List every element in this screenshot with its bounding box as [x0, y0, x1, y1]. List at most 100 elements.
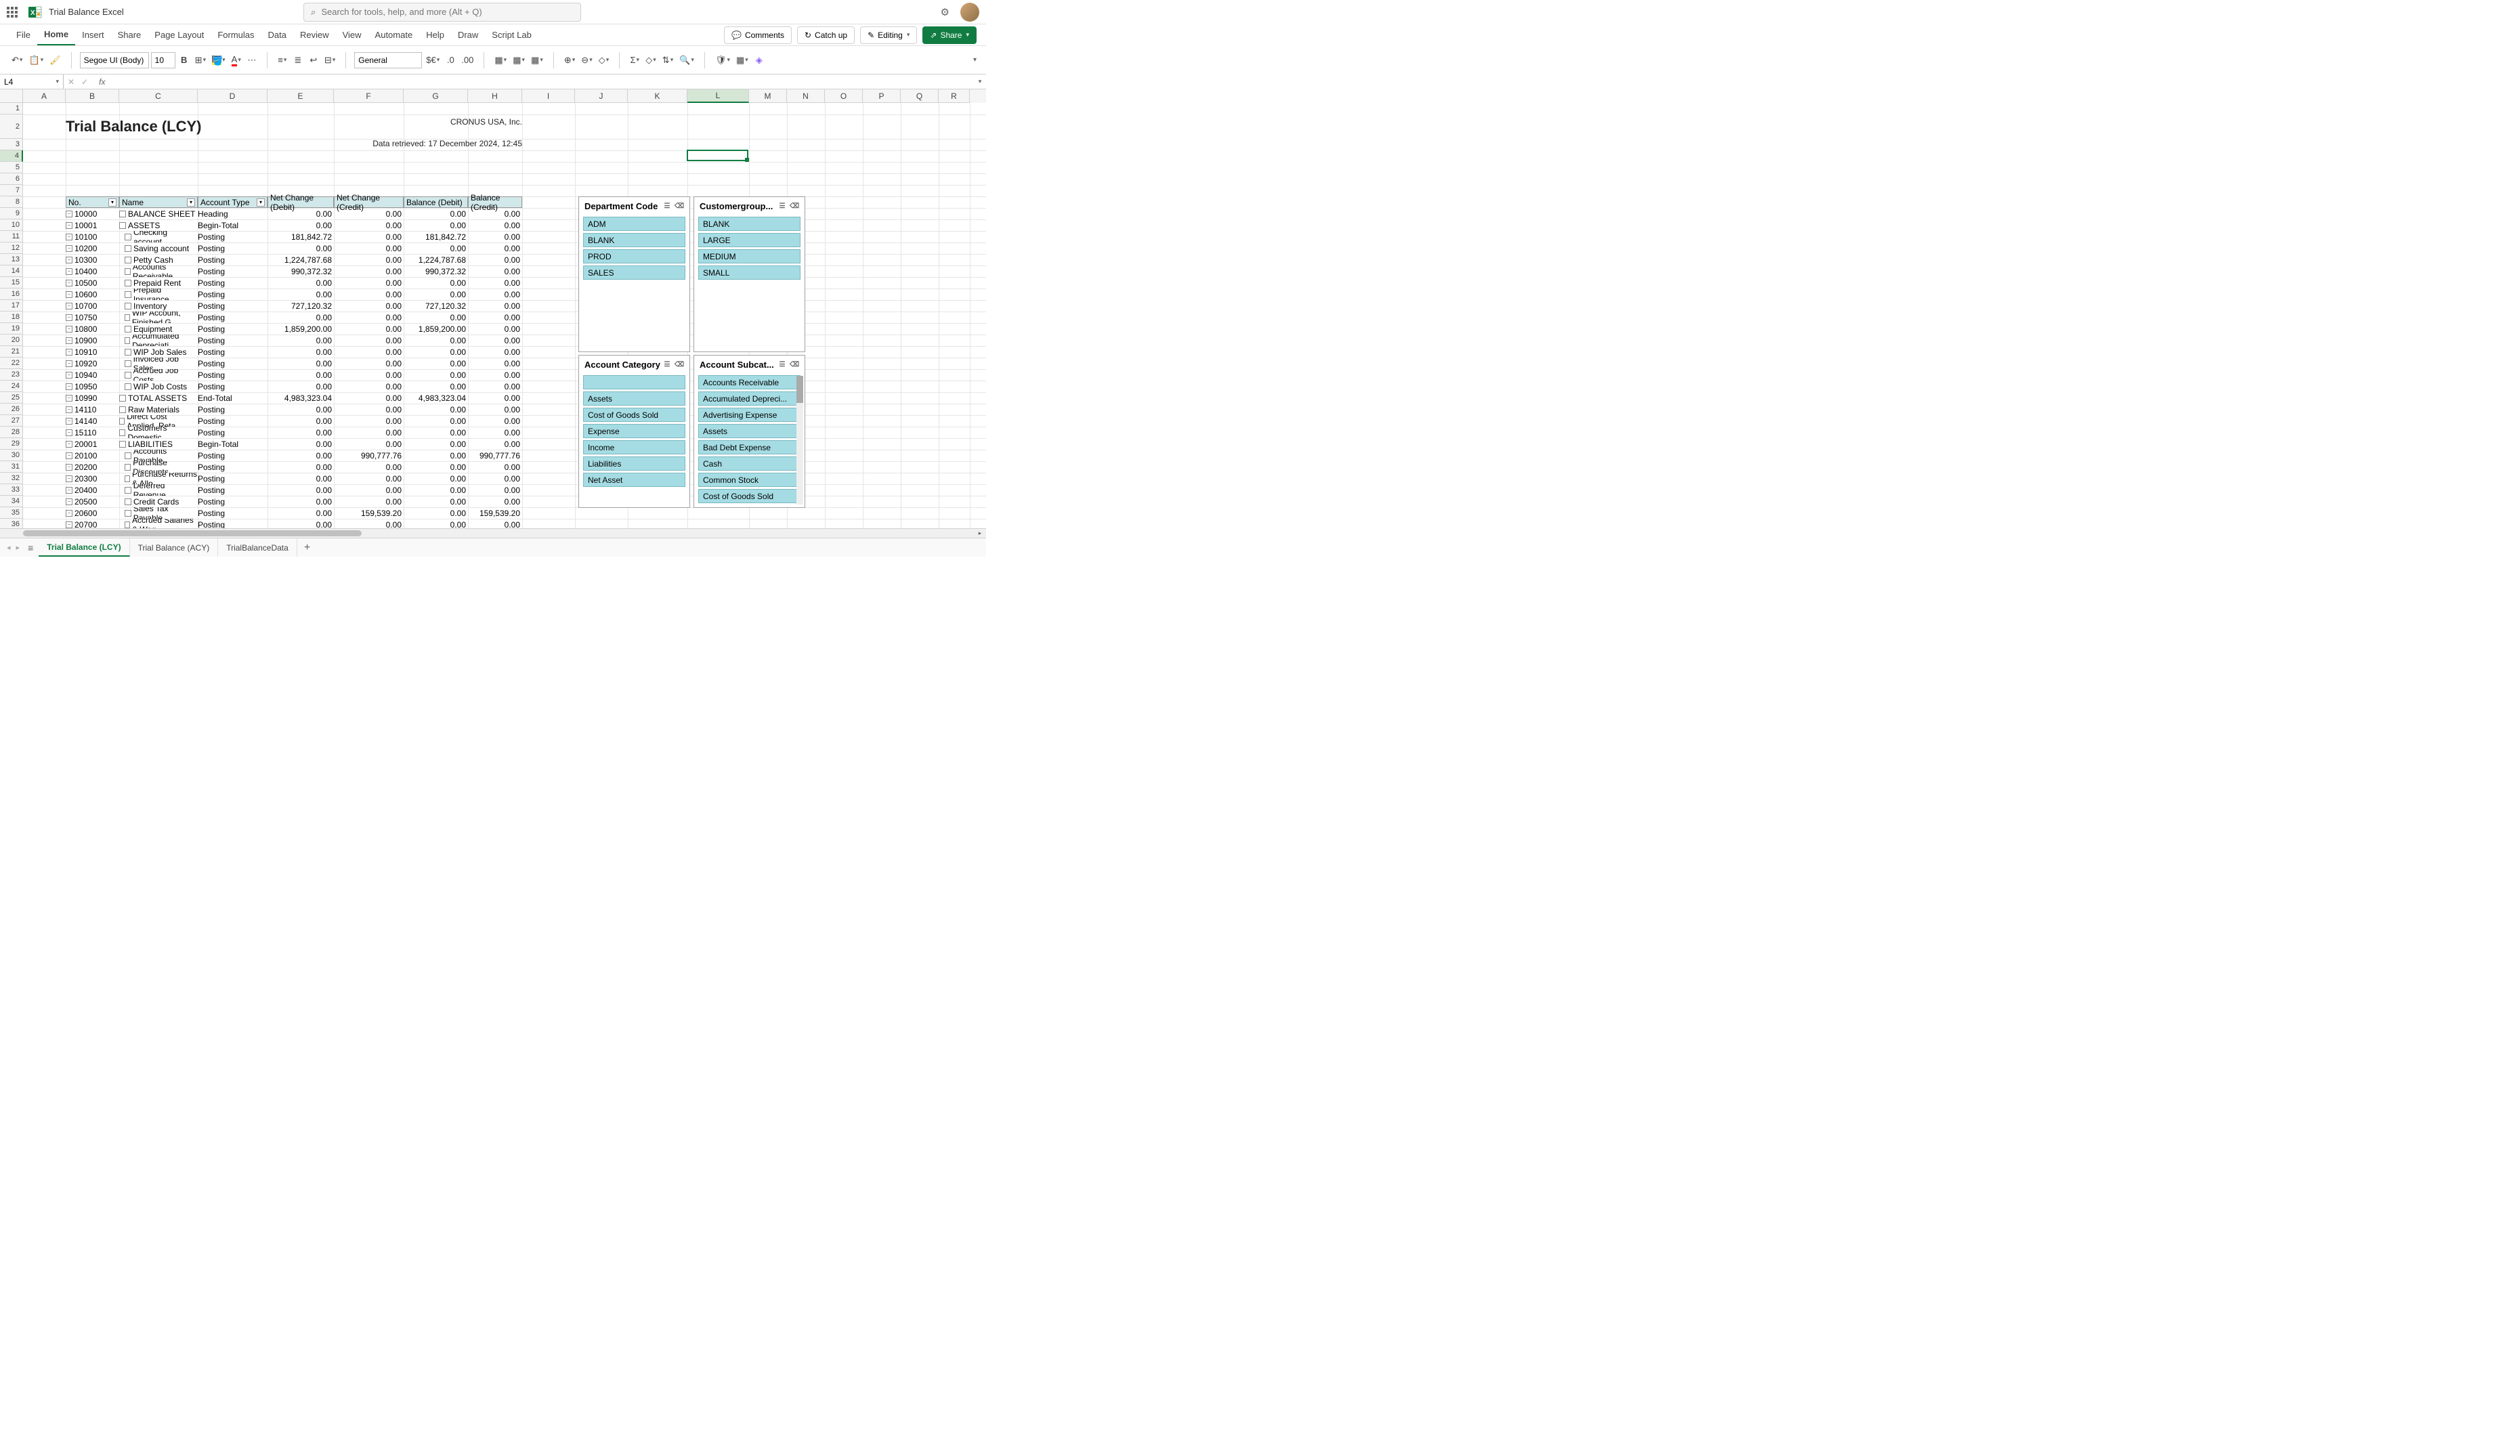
cell-name[interactable]: Petty Cash: [119, 254, 198, 265]
row-header[interactable]: 35: [0, 507, 23, 519]
cell-no[interactable]: −20200: [66, 461, 119, 473]
cell-numeric[interactable]: 0.00: [268, 346, 334, 358]
cell-type[interactable]: Posting: [198, 381, 225, 392]
cell-name[interactable]: Accounts Payable: [119, 450, 198, 461]
slicer-multiselect-icon[interactable]: ☰: [777, 360, 787, 369]
cell-numeric[interactable]: 990,372.32: [404, 265, 468, 277]
row-header[interactable]: 36: [0, 519, 23, 528]
row-header[interactable]: 13: [0, 254, 23, 265]
outline-toggle-icon[interactable]: −: [66, 510, 72, 517]
table-header-cell[interactable]: Net Change (Credit): [334, 196, 404, 208]
formula-input[interactable]: [109, 74, 974, 89]
cell-numeric[interactable]: 0.00: [268, 358, 334, 369]
cell-numeric[interactable]: 0.00: [334, 358, 404, 369]
cell-no[interactable]: −10600: [66, 288, 119, 300]
cell-type[interactable]: Posting: [198, 335, 225, 346]
font-size-select[interactable]: [151, 52, 175, 68]
cell-numeric[interactable]: 0.00: [468, 254, 522, 265]
row-header[interactable]: 20: [0, 335, 23, 346]
row-header[interactable]: 34: [0, 496, 23, 507]
fx-icon[interactable]: fx: [99, 77, 105, 87]
slicer-item[interactable]: Expense: [583, 424, 685, 438]
cell-numeric[interactable]: 0.00: [404, 312, 468, 323]
row-header[interactable]: 5: [0, 162, 23, 173]
cell-numeric[interactable]: 0.00: [404, 219, 468, 231]
cell-no[interactable]: −14110: [66, 404, 119, 415]
slicer-item[interactable]: BLANK: [698, 217, 800, 231]
column-header[interactable]: K: [628, 89, 687, 103]
slicer-item[interactable]: Advertising Expense: [698, 408, 800, 422]
sheet-tab[interactable]: Trial Balance (LCY): [39, 538, 129, 557]
cell-numeric[interactable]: 0.00: [404, 242, 468, 254]
row-header[interactable]: 6: [0, 173, 23, 185]
expand-ribbon-button[interactable]: ▾: [973, 56, 977, 64]
row-header[interactable]: 15: [0, 277, 23, 288]
cell-name[interactable]: Invoiced Job Sales: [119, 358, 198, 369]
outline-toggle-icon[interactable]: −: [66, 372, 72, 379]
cell-name[interactable]: WIP Job Sales: [119, 346, 198, 358]
font-name-select[interactable]: [80, 52, 149, 68]
cell-no[interactable]: −10100: [66, 231, 119, 242]
cell-no[interactable]: −14140: [66, 415, 119, 427]
cell-numeric[interactable]: 0.00: [334, 277, 404, 288]
slicer-account-category[interactable]: Account Category☰⌫AssetsCost of Goods So…: [578, 355, 690, 508]
cell-numeric[interactable]: 0.00: [334, 254, 404, 265]
cell-numeric[interactable]: 0.00: [334, 415, 404, 427]
row-header[interactable]: 21: [0, 346, 23, 358]
cell-type[interactable]: Posting: [198, 358, 225, 369]
cell-type[interactable]: Posting: [198, 300, 225, 312]
row-header[interactable]: 8: [0, 196, 23, 208]
insert-cells-button[interactable]: ⊕▾: [562, 51, 577, 69]
table-header-cell[interactable]: No.▾: [66, 196, 119, 208]
name-box-dropdown-icon[interactable]: ▾: [56, 78, 59, 85]
user-avatar[interactable]: [960, 3, 979, 22]
cell-no[interactable]: −10950: [66, 381, 119, 392]
cell-numeric[interactable]: 0.00: [468, 484, 522, 496]
cell-numeric[interactable]: 0.00: [468, 242, 522, 254]
cell-no[interactable]: −10990: [66, 392, 119, 404]
cell-no[interactable]: −10500: [66, 277, 119, 288]
row-header[interactable]: 23: [0, 369, 23, 381]
cell-numeric[interactable]: 727,120.32: [404, 300, 468, 312]
cell-type[interactable]: Posting: [198, 496, 225, 507]
cell-numeric[interactable]: 0.00: [334, 288, 404, 300]
cell-type[interactable]: Posting: [198, 404, 225, 415]
horizontal-scrollbar[interactable]: ▸: [0, 528, 986, 538]
cell-name[interactable]: Sales Tax Payable: [119, 507, 198, 519]
slicer-clear-filter-icon[interactable]: ⌫: [675, 360, 684, 369]
ribbon-tab-help[interactable]: Help: [419, 24, 451, 45]
cell-no[interactable]: −10000: [66, 208, 119, 219]
cell-no[interactable]: −10900: [66, 335, 119, 346]
conditional-format-button[interactable]: ▦▾: [492, 51, 509, 69]
cell-name[interactable]: Purchase Discounts: [119, 461, 198, 473]
row-header[interactable]: 29: [0, 438, 23, 450]
outline-toggle-icon[interactable]: −: [66, 211, 72, 217]
cell-type[interactable]: Posting: [198, 231, 225, 242]
ribbon-tab-page-layout[interactable]: Page Layout: [148, 24, 211, 45]
cell-numeric[interactable]: 0.00: [268, 450, 334, 461]
cell-type[interactable]: Posting: [198, 346, 225, 358]
cell-numeric[interactable]: 0.00: [468, 381, 522, 392]
row-header[interactable]: 16: [0, 288, 23, 300]
settings-icon[interactable]: ⚙: [941, 6, 949, 18]
row-header[interactable]: 28: [0, 427, 23, 438]
cell-numeric[interactable]: 0.00: [268, 496, 334, 507]
cell-numeric[interactable]: 0.00: [334, 392, 404, 404]
find-button[interactable]: 🔍▾: [677, 51, 696, 69]
filter-dropdown-icon[interactable]: ▾: [108, 198, 116, 207]
cell-numeric[interactable]: 0.00: [334, 484, 404, 496]
cell-numeric[interactable]: 0.00: [334, 346, 404, 358]
column-header[interactable]: Q: [901, 89, 939, 103]
cell-numeric[interactable]: 0.00: [334, 496, 404, 507]
outline-toggle-icon[interactable]: −: [66, 245, 72, 252]
cell-numeric[interactable]: 990,777.76: [468, 450, 522, 461]
outline-toggle-icon[interactable]: −: [66, 222, 72, 229]
row-header[interactable]: 7: [0, 185, 23, 196]
cell-numeric[interactable]: 0.00: [468, 346, 522, 358]
cell-type[interactable]: Posting: [198, 323, 225, 335]
slicer-multiselect-icon[interactable]: ☰: [662, 360, 672, 369]
cell-numeric[interactable]: 181,842.72: [404, 231, 468, 242]
ribbon-tab-share[interactable]: Share: [111, 24, 148, 45]
cell-numeric[interactable]: 0.00: [404, 358, 468, 369]
slicer-item[interactable]: Bad Debt Expense: [698, 440, 800, 454]
